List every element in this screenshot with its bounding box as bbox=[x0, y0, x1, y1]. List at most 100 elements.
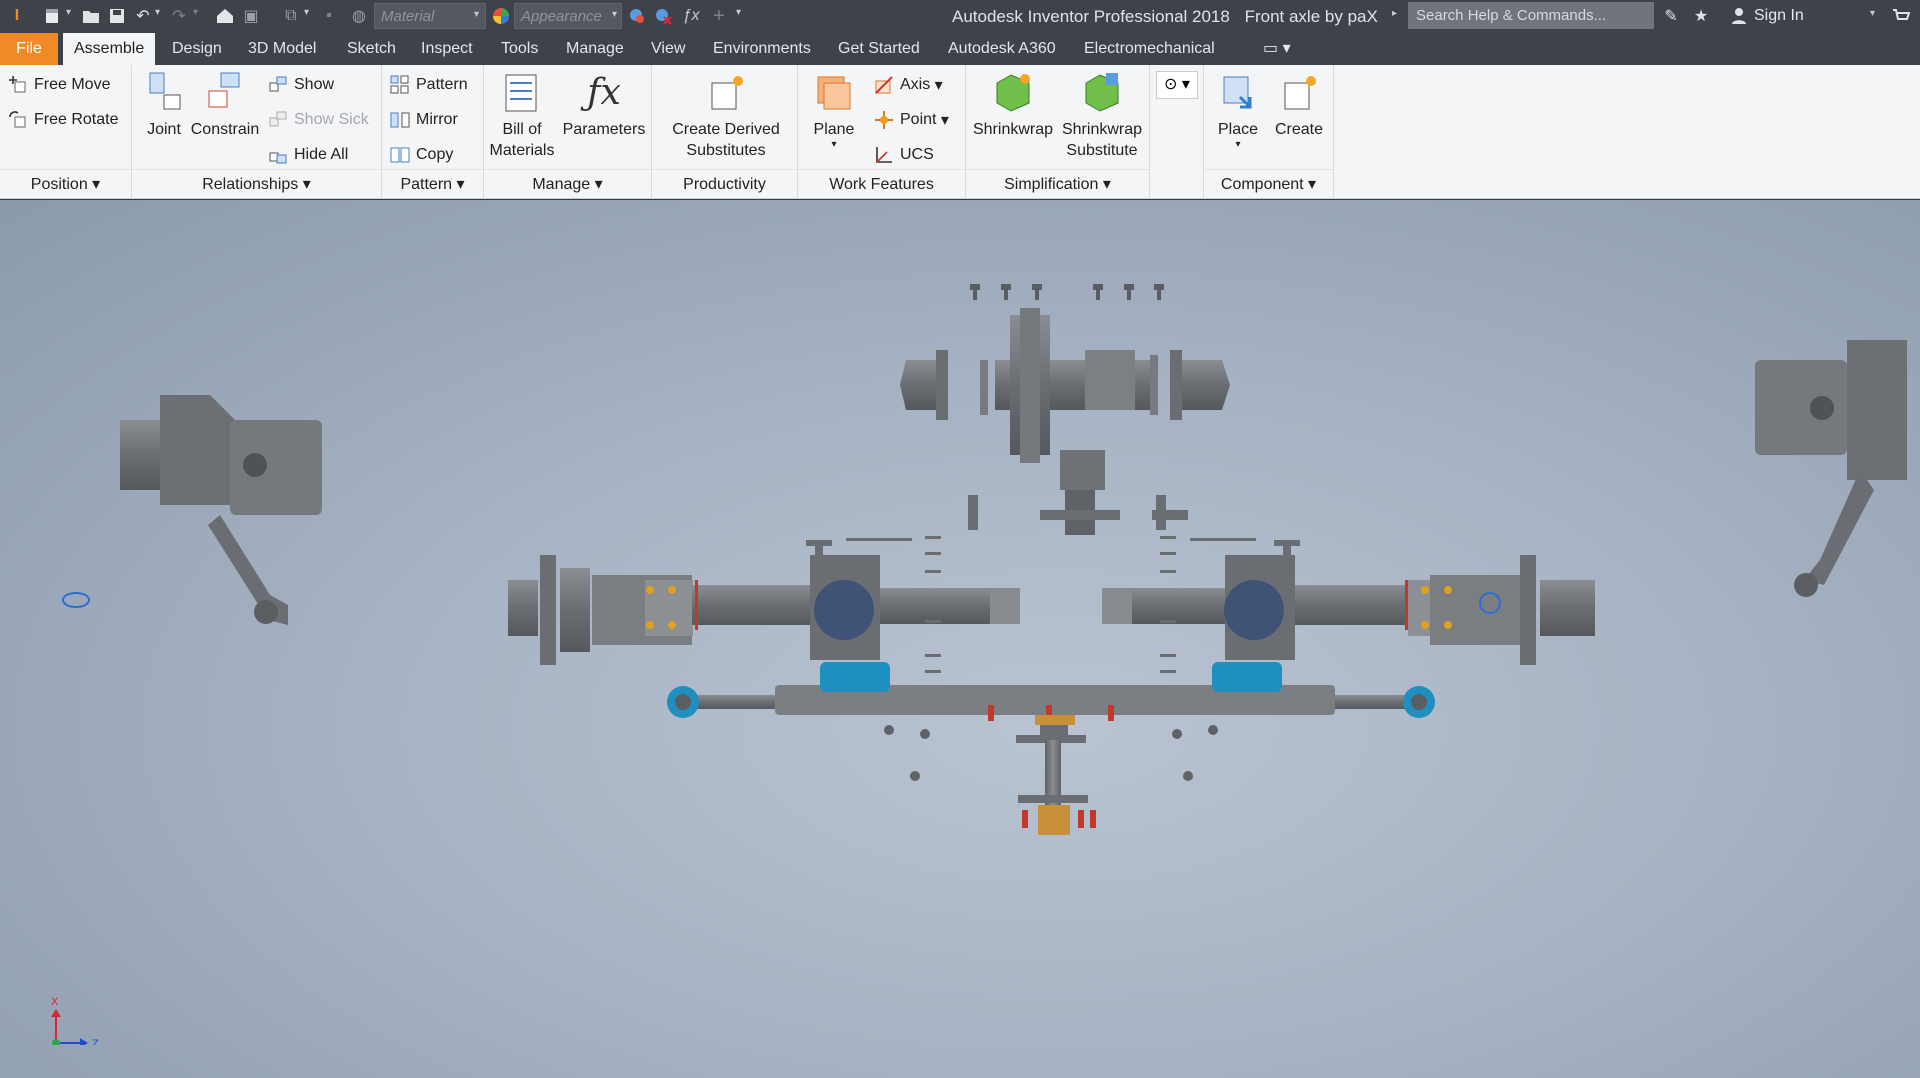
title-arrow-icon[interactable]: ▸ bbox=[1392, 8, 1397, 19]
panel-simplification-footer[interactable]: Simplification ▾ bbox=[966, 169, 1149, 199]
place-dropdown-icon[interactable]: ▾ bbox=[1208, 140, 1268, 150]
pattern-button[interactable]: Pattern bbox=[390, 75, 468, 95]
left-steering-knuckle[interactable] bbox=[62, 395, 322, 625]
new-dropdown-icon[interactable]: ▾ bbox=[66, 7, 71, 18]
mirror-button[interactable]: Mirror bbox=[390, 110, 458, 130]
fx-icon[interactable]: ƒx bbox=[680, 5, 702, 27]
parameters-label: Parameters bbox=[562, 121, 646, 138]
kingpin-assembly[interactable] bbox=[1016, 715, 1096, 835]
tab-assemble[interactable]: Assemble bbox=[63, 33, 156, 65]
home-icon[interactable] bbox=[214, 5, 236, 27]
update-dropdown-icon[interactable]: ▾ bbox=[304, 7, 309, 18]
customize-dropdown-icon[interactable]: ▾ bbox=[736, 7, 741, 18]
search-input[interactable]: Search Help & Commands... bbox=[1408, 2, 1654, 29]
app-logo-icon[interactable]: I bbox=[6, 5, 28, 27]
panel-productivity: Create Derived Substitutes Productivity bbox=[652, 65, 798, 199]
copy-button[interactable]: Copy bbox=[390, 145, 453, 165]
panel-relationships-footer[interactable]: Relationships ▾ bbox=[132, 169, 381, 199]
tab-get-started[interactable]: Get Started bbox=[827, 33, 931, 65]
measure-icon[interactable]: ▪ bbox=[318, 5, 340, 27]
clear-appearance-icon[interactable] bbox=[652, 5, 674, 27]
right-steering-knuckle[interactable] bbox=[1755, 340, 1907, 597]
new-file-icon[interactable] bbox=[42, 5, 62, 27]
user-icon[interactable] bbox=[1728, 5, 1750, 27]
adjust-appearance-icon[interactable] bbox=[626, 5, 648, 27]
material-dropdown-icon[interactable]: ▾ bbox=[474, 9, 479, 20]
left-axle-shaft[interactable] bbox=[508, 555, 1020, 665]
graphics-viewport[interactable] bbox=[0, 200, 1920, 1078]
favorites-star-icon[interactable]: ★ bbox=[1690, 5, 1712, 27]
appearance-icon[interactable] bbox=[490, 5, 512, 27]
panel-title: Position bbox=[30, 176, 88, 193]
ucs-button[interactable]: UCS bbox=[874, 145, 934, 165]
free-rotate-button[interactable]: Free Rotate bbox=[8, 110, 118, 130]
select-icon[interactable]: ▣ bbox=[240, 5, 262, 27]
sign-in-label: Sign In bbox=[1754, 7, 1804, 24]
tab-label: Environments bbox=[713, 40, 811, 57]
ribbon-display-toggle-icon[interactable]: ▭ ▾ bbox=[1252, 33, 1302, 65]
constrain-button[interactable]: Constrain bbox=[190, 71, 260, 140]
update-icon[interactable]: ⧉ bbox=[280, 5, 302, 27]
material-select[interactable]: Material bbox=[374, 3, 486, 29]
tab-label: Design bbox=[172, 40, 222, 57]
tab-electromechanical[interactable]: Electromechanical bbox=[1073, 33, 1226, 65]
tab-environments[interactable]: Environments bbox=[702, 33, 822, 65]
appearance-select[interactable]: Appearance bbox=[514, 3, 622, 29]
show-button[interactable]: Show bbox=[268, 75, 334, 95]
create-label: Create bbox=[1274, 121, 1324, 138]
tab-file[interactable]: File bbox=[0, 33, 58, 65]
app-title: Autodesk Inventor Professional 2018 bbox=[952, 7, 1230, 26]
undo-icon[interactable]: ↶ bbox=[132, 5, 154, 27]
tab-label: Manage bbox=[566, 40, 624, 57]
tab-sketch[interactable]: Sketch bbox=[336, 33, 407, 65]
tab-autodesk-a360[interactable]: Autodesk A360 bbox=[937, 33, 1067, 65]
tie-rod[interactable] bbox=[667, 662, 1435, 721]
create-component-button[interactable]: Create bbox=[1268, 71, 1330, 140]
panel-position-footer[interactable]: Position ▾ bbox=[0, 169, 131, 199]
hide-all-button[interactable]: Hide All bbox=[268, 145, 348, 165]
tab-inspect[interactable]: Inspect bbox=[410, 33, 484, 65]
panel-manage-footer[interactable]: Manage ▾ bbox=[484, 169, 651, 199]
panel-extra: ⊙ ▾ bbox=[1150, 65, 1204, 199]
panel-pattern-footer[interactable]: Pattern ▾ bbox=[382, 169, 483, 199]
axis-button[interactable]: Axis ▾ bbox=[874, 75, 943, 95]
show-sick-button[interactable]: Show Sick bbox=[268, 110, 369, 130]
place-button[interactable]: Place ▾ bbox=[1208, 71, 1268, 150]
open-icon[interactable] bbox=[80, 5, 102, 27]
tab-label: Assemble bbox=[74, 40, 145, 57]
tab-3d-model[interactable]: 3D Model bbox=[237, 33, 327, 65]
plane-button[interactable]: Plane ▾ bbox=[802, 71, 866, 150]
redo-dropdown-icon[interactable]: ▾ bbox=[193, 7, 198, 18]
binoculars-icon[interactable]: ✎ bbox=[1660, 5, 1682, 27]
free-move-button[interactable]: Free Move bbox=[8, 75, 110, 95]
redo-icon[interactable]: ↷ bbox=[168, 5, 190, 27]
tab-design[interactable]: Design bbox=[161, 33, 233, 65]
appearance-dropdown-icon[interactable]: ▾ bbox=[612, 9, 617, 20]
joint-button[interactable]: Joint bbox=[138, 71, 190, 140]
point-label: Point bbox=[900, 111, 937, 128]
plus-icon[interactable]: + bbox=[708, 5, 730, 27]
save-icon[interactable] bbox=[106, 5, 128, 27]
account-dropdown-icon[interactable]: ▾ bbox=[1870, 8, 1875, 19]
point-button[interactable]: Point ▾ bbox=[874, 110, 949, 130]
plane-icon bbox=[812, 71, 856, 115]
more-options-dropdown-icon[interactable]: ⊙ ▾ bbox=[1156, 71, 1198, 99]
shrinkwrap-button[interactable]: Shrinkwrap bbox=[970, 71, 1056, 140]
exploded-front-axle-model[interactable] bbox=[0, 200, 1920, 1078]
panel-component-footer[interactable]: Component ▾ bbox=[1204, 169, 1333, 199]
undo-dropdown-icon[interactable]: ▾ bbox=[155, 7, 160, 18]
shrinkwrap-substitute-button[interactable]: Shrinkwrap Substitute bbox=[1058, 71, 1146, 161]
plane-dropdown-icon[interactable]: ▾ bbox=[802, 140, 866, 150]
differential-group[interactable] bbox=[900, 284, 1230, 535]
globe-icon[interactable]: ◍ bbox=[348, 5, 370, 27]
tab-view[interactable]: View bbox=[640, 33, 696, 65]
cart-icon[interactable] bbox=[1890, 5, 1912, 27]
bill-of-materials-button[interactable]: Bill of Materials bbox=[488, 71, 556, 161]
create-derived-substitutes-button[interactable]: Create Derived Substitutes bbox=[660, 71, 792, 161]
tab-tools[interactable]: Tools bbox=[490, 33, 549, 65]
bill-of-materials-icon bbox=[500, 71, 544, 115]
parameters-button[interactable]: ƒx Parameters bbox=[560, 71, 648, 140]
sign-in-link[interactable]: Sign In bbox=[1754, 7, 1804, 25]
tab-manage[interactable]: Manage bbox=[555, 33, 635, 65]
hide-all-label: Hide All bbox=[294, 146, 349, 163]
